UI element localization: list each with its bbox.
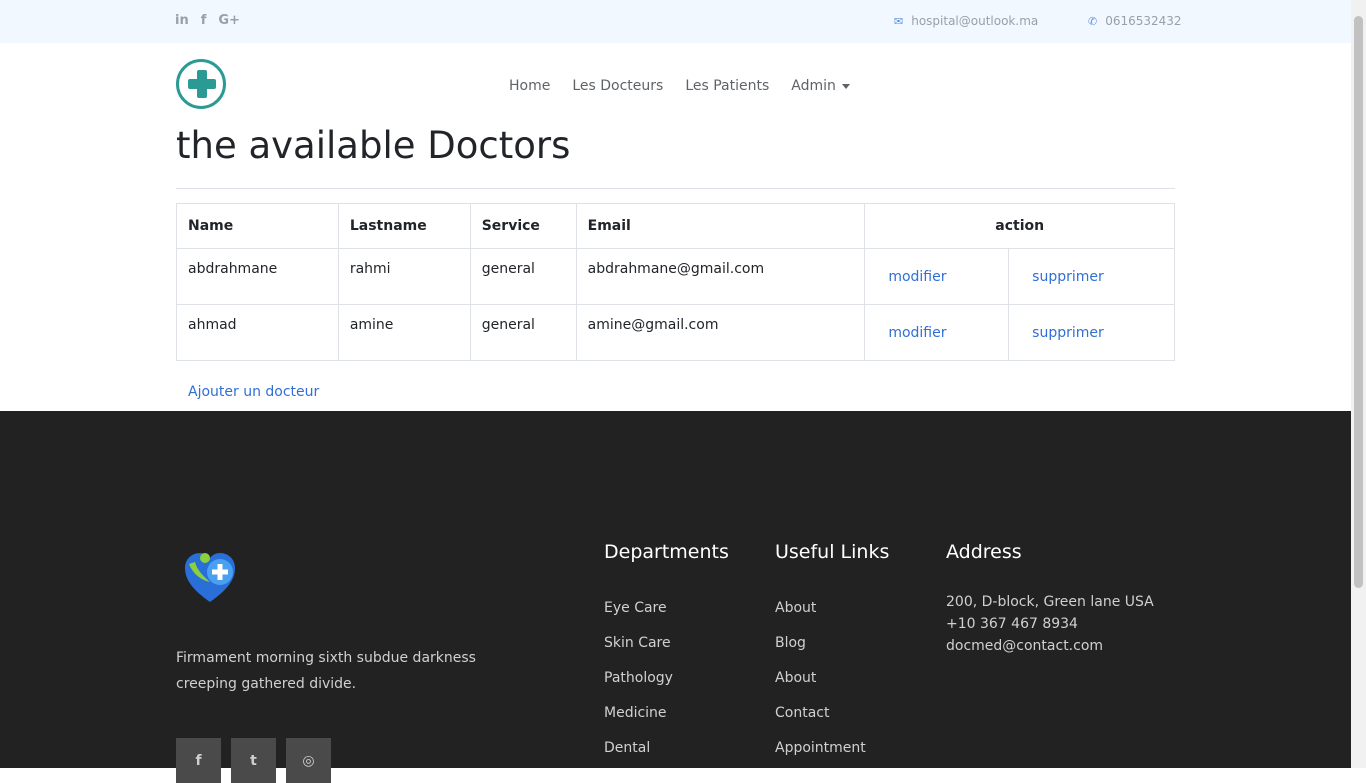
department-link[interactable]: Eye Care bbox=[604, 600, 729, 616]
header: Home Les Docteurs Les Patients Admin bbox=[0, 43, 1351, 133]
google-plus-icon[interactable]: G+ bbox=[218, 13, 240, 28]
footer-departments: Departments Eye Care Skin Care Pathology… bbox=[604, 541, 729, 775]
department-link[interactable]: Dental bbox=[604, 740, 729, 756]
cell-name: ahmad bbox=[176, 304, 339, 361]
top-bar: in f G+ ✉ hospital@outlook.ma ✆ 06165324… bbox=[0, 0, 1351, 43]
col-service: Service bbox=[469, 203, 577, 249]
edit-link[interactable]: modifier bbox=[888, 269, 946, 285]
footer: Firmament morning sixth subdue darkness … bbox=[0, 411, 1351, 783]
cell-service: general bbox=[469, 248, 577, 305]
edit-link[interactable]: modifier bbox=[888, 325, 946, 341]
logo-cross-icon[interactable] bbox=[176, 59, 226, 109]
department-link[interactable]: Pathology bbox=[604, 670, 729, 686]
cell-delete: supprimer bbox=[1008, 304, 1175, 361]
page-scrollbar[interactable] bbox=[1351, 0, 1366, 768]
nav-admin-label: Admin bbox=[791, 78, 836, 94]
col-name: Name bbox=[176, 203, 339, 249]
col-lastname: Lastname bbox=[337, 203, 471, 249]
cell-edit: modifier bbox=[864, 248, 1010, 305]
top-email: ✉ hospital@outlook.ma bbox=[894, 14, 1038, 28]
cell-service: general bbox=[469, 304, 577, 361]
useful-link[interactable]: About bbox=[775, 600, 889, 616]
scrollbar-thumb[interactable] bbox=[1354, 16, 1363, 588]
footer-address: Address 200, D-block, Green lane USA +10… bbox=[946, 541, 1154, 660]
top-social-links: in f G+ bbox=[175, 13, 240, 28]
delete-link[interactable]: supprimer bbox=[1032, 269, 1104, 285]
cell-name: abdrahmane bbox=[176, 248, 339, 305]
address-line: 200, D-block, Green lane USA bbox=[946, 594, 1154, 610]
col-email: Email bbox=[575, 203, 866, 249]
caret-down-icon bbox=[841, 83, 850, 89]
footer-logo-heart-icon bbox=[185, 553, 235, 602]
facebook-icon[interactable]: f bbox=[201, 13, 207, 28]
twitter-icon[interactable]: t bbox=[231, 738, 276, 783]
cell-email: abdrahmane@gmail.com bbox=[575, 248, 866, 305]
col-action: action bbox=[864, 203, 1175, 249]
footer-social: f t ◎ bbox=[176, 738, 331, 783]
doctors-table: Name Lastname Service Email action abdra… bbox=[176, 203, 1175, 361]
useful-links-title: Useful Links bbox=[775, 541, 890, 563]
instagram-icon[interactable]: ◎ bbox=[286, 738, 331, 783]
useful-link[interactable]: About bbox=[775, 670, 889, 686]
footer-description: Firmament morning sixth subdue darkness … bbox=[176, 650, 476, 692]
useful-link[interactable]: Contact bbox=[775, 705, 889, 721]
divider bbox=[176, 188, 1175, 189]
footer-useful-links: Useful Links About Blog About Contact Ap… bbox=[775, 541, 889, 775]
main-nav: Home Les Docteurs Les Patients Admin bbox=[509, 78, 872, 94]
page-title: the available Doctors bbox=[176, 124, 571, 167]
nav-patients[interactable]: Les Patients bbox=[685, 78, 769, 94]
useful-link[interactable]: Blog bbox=[775, 635, 889, 651]
facebook-icon[interactable]: f bbox=[176, 738, 221, 783]
delete-link[interactable]: supprimer bbox=[1032, 325, 1104, 341]
nav-admin-dropdown[interactable]: Admin bbox=[791, 78, 850, 94]
department-link[interactable]: Medicine bbox=[604, 705, 729, 721]
nav-home[interactable]: Home bbox=[509, 78, 550, 94]
address-title: Address bbox=[946, 541, 1022, 563]
linkedin-icon[interactable]: in bbox=[175, 13, 189, 28]
address-email: docmed@contact.com bbox=[946, 638, 1104, 654]
table-header-row: Name Lastname Service Email action bbox=[176, 203, 1175, 249]
cell-lastname: rahmi bbox=[337, 248, 471, 305]
add-doctor-link[interactable]: Ajouter un docteur bbox=[188, 384, 319, 400]
top-email-text: hospital@outlook.ma bbox=[911, 14, 1039, 28]
table-row: abdrahmane rahmi general abdrahmane@gmai… bbox=[176, 248, 1175, 305]
top-phone-text: 0616532432 bbox=[1105, 14, 1182, 28]
phone-icon: ✆ bbox=[1088, 14, 1098, 28]
department-link[interactable]: Skin Care bbox=[604, 635, 729, 651]
cell-delete: supprimer bbox=[1008, 248, 1175, 305]
departments-title: Departments bbox=[604, 541, 729, 563]
nav-doctors[interactable]: Les Docteurs bbox=[572, 78, 663, 94]
table-row: ahmad amine general amine@gmail.com modi… bbox=[176, 304, 1175, 361]
top-phone: ✆ 0616532432 bbox=[1088, 14, 1182, 28]
cell-edit: modifier bbox=[864, 304, 1010, 361]
cell-lastname: amine bbox=[337, 304, 471, 361]
useful-link[interactable]: Appointment bbox=[775, 740, 889, 756]
envelope-icon: ✉ bbox=[894, 14, 904, 28]
address-phone: +10 367 467 8934 bbox=[946, 616, 1078, 632]
cell-email: amine@gmail.com bbox=[575, 304, 866, 361]
